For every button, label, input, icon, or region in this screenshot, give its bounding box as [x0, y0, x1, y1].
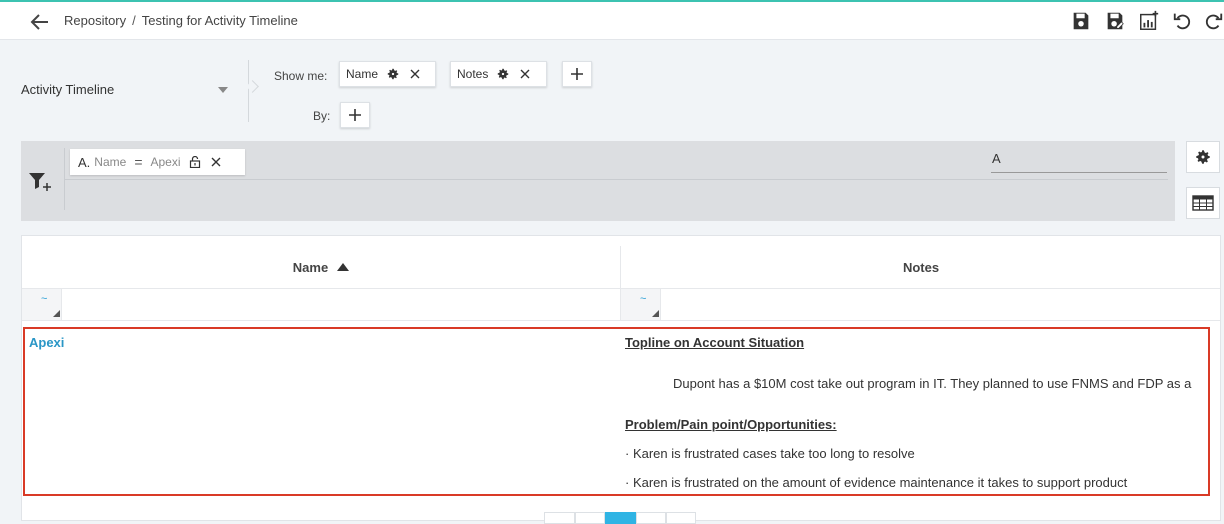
sort-ascending-icon[interactable]	[337, 263, 350, 271]
notes-bullet: · Karen is frustrated on the amount of e…	[625, 475, 1128, 490]
column-filter-notes[interactable]: ~	[621, 289, 1220, 321]
filter-logic-input[interactable]: A	[991, 150, 1167, 173]
pager-button[interactable]	[666, 512, 696, 524]
notes-paragraph: Dupont has a $10M cost take out program …	[673, 376, 1192, 391]
chip-label: Notes	[457, 67, 489, 81]
table-icon	[1192, 195, 1214, 211]
close-icon[interactable]	[211, 157, 221, 167]
filter-operator-select[interactable]: ~	[621, 289, 661, 320]
tilde-icon: ~	[640, 293, 647, 305]
breadcrumb: Repository / Testing for Activity Timeline	[64, 13, 298, 28]
gear-icon[interactable]	[386, 67, 400, 81]
gear-icon[interactable]	[496, 67, 510, 81]
plus-icon	[349, 109, 361, 121]
column-header-label: Name	[292, 259, 329, 275]
filter-letter: A.	[78, 154, 91, 170]
show-me-chip-notes[interactable]: Notes	[450, 61, 547, 87]
show-me-chip-name[interactable]: Name	[339, 61, 436, 87]
close-icon[interactable]	[520, 69, 530, 79]
column-header-label: Notes	[902, 259, 940, 275]
corner-indicator-icon	[53, 310, 60, 317]
notes-heading: Topline on Account Situation	[625, 335, 805, 350]
chip-label: Name	[346, 67, 379, 81]
breadcrumb-current: Testing for Activity Timeline	[141, 13, 298, 28]
add-filter-icon[interactable]	[28, 171, 52, 193]
view-selector[interactable]: Activity Timeline	[21, 82, 231, 100]
add-show-me-button[interactable]	[562, 61, 592, 87]
save-icon[interactable]	[1070, 10, 1092, 32]
filter-operator: =	[134, 154, 143, 170]
unlock-icon[interactable]	[189, 156, 201, 168]
filter-divider	[64, 179, 1168, 180]
close-icon[interactable]	[410, 69, 420, 79]
plus-icon	[571, 68, 583, 80]
by-label: By:	[313, 109, 331, 123]
back-arrow-icon[interactable]	[28, 10, 52, 34]
filter-condition-chip[interactable]: A. Name = Apexi	[70, 149, 245, 175]
column-header-name[interactable]: Name	[22, 246, 620, 289]
notes-heading: Problem/Pain point/Opportunities:	[625, 417, 837, 432]
show-me-label: Show me:	[274, 69, 328, 83]
breadcrumb-root[interactable]: Repository	[64, 13, 126, 28]
add-by-button[interactable]	[340, 102, 370, 128]
add-chart-icon[interactable]	[1138, 10, 1160, 32]
notes-bullet: · Karen is frustrated cases take too lon…	[625, 446, 915, 461]
view-selector-value: Activity Timeline	[21, 82, 115, 97]
save-as-icon[interactable]	[1104, 10, 1126, 32]
top-bar: Repository / Testing for Activity Timeline	[0, 0, 1224, 40]
column-filter-name[interactable]: ~	[22, 289, 620, 321]
gear-icon	[1196, 150, 1210, 164]
caret-down-icon	[218, 87, 228, 93]
table-view-button[interactable]	[1186, 187, 1220, 219]
column-header-notes[interactable]: Notes	[621, 246, 1220, 289]
tilde-icon: ~	[41, 293, 48, 305]
pager-button[interactable]	[544, 512, 575, 524]
filter-operator-select[interactable]: ~	[22, 289, 62, 320]
pager-button[interactable]	[636, 512, 666, 524]
section-divider	[248, 60, 249, 122]
undo-icon[interactable]	[1172, 10, 1194, 32]
table-cell-name[interactable]: Apexi	[29, 335, 64, 350]
settings-button[interactable]	[1186, 141, 1220, 173]
breadcrumb-separator: /	[132, 13, 136, 28]
refresh-icon[interactable]	[1202, 10, 1224, 32]
corner-indicator-icon	[652, 310, 659, 317]
filter-value: Apexi	[150, 155, 181, 169]
pager-button-active[interactable]	[605, 512, 636, 524]
filter-field: Name	[94, 155, 127, 169]
table-cell-notes: Topline on Account Situation Dupont has …	[625, 335, 1215, 495]
pager-button[interactable]	[575, 512, 605, 524]
